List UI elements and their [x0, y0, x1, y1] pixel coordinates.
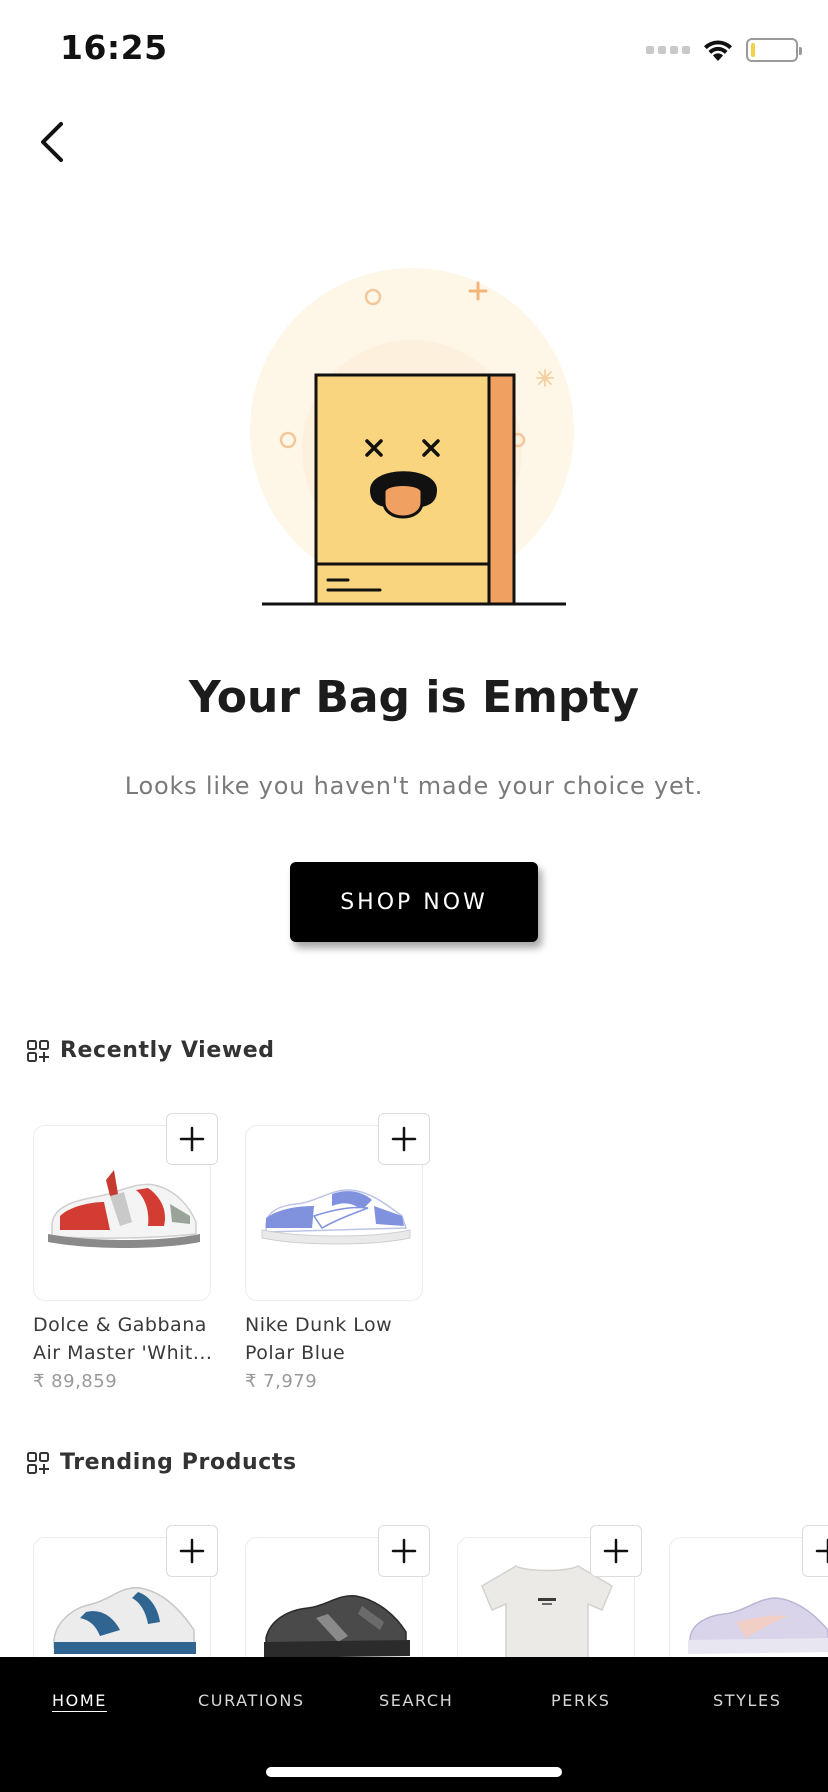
- bottom-navigation: HOME CURATIONS SEARCH PERKS STYLES: [0, 1657, 828, 1792]
- home-indicator: [266, 1767, 562, 1777]
- recently-viewed-list: Dolce & Gabbana Air Master 'Whit... ₹ 89…: [0, 1113, 828, 1392]
- nav-search[interactable]: SEARCH: [379, 1691, 453, 1710]
- plus-icon: [391, 1126, 417, 1152]
- shop-now-button[interactable]: SHOP NOW: [290, 862, 538, 942]
- product-price: ₹ 7,979: [245, 1371, 318, 1392]
- status-icons: [646, 36, 802, 64]
- sneaker-white-blue-image: [53, 1587, 196, 1654]
- nav-curations[interactable]: CURATIONS: [198, 1691, 305, 1710]
- add-to-bag-button[interactable]: [590, 1525, 642, 1577]
- nav-perks[interactable]: PERKS: [551, 1691, 611, 1710]
- grid-add-icon: [27, 1451, 49, 1474]
- plus-icon: [179, 1538, 205, 1564]
- empty-bag-subtitle: Looks like you haven't made your choice …: [124, 772, 704, 800]
- status-time: 16:25: [60, 28, 168, 67]
- wifi-icon: [704, 40, 732, 61]
- trending-products-list: [0, 1525, 828, 1657]
- plus-icon: [391, 1538, 417, 1564]
- plus-icon: [179, 1126, 205, 1152]
- trending-products-header: Trending Products: [26, 1450, 297, 1475]
- plus-icon: [815, 1538, 828, 1564]
- empty-bag-title: Your Bag is Empty: [188, 672, 640, 723]
- battery-icon: [746, 38, 802, 62]
- product-name: Nike Dunk Low Polar Blue: [245, 1314, 393, 1364]
- product-name: Dolce & Gabbana Air Master 'Whit...: [33, 1314, 213, 1364]
- trending-products-title: Trending Products: [60, 1450, 297, 1475]
- add-to-bag-button[interactable]: [166, 1525, 218, 1577]
- grid-add-icon: [27, 1039, 49, 1062]
- empty-bag-illustration: [250, 268, 574, 606]
- product-price: ₹ 89,859: [33, 1371, 118, 1392]
- nav-styles[interactable]: STYLES: [713, 1691, 781, 1710]
- nav-home[interactable]: HOME: [52, 1691, 107, 1710]
- recently-viewed-title: Recently Viewed: [60, 1038, 275, 1063]
- sneaker-black-grey-image: [264, 1595, 410, 1657]
- add-to-bag-button[interactable]: [378, 1525, 430, 1577]
- status-bar: 16:25: [0, 0, 828, 100]
- add-to-bag-button[interactable]: [166, 1113, 218, 1165]
- cellular-signal-icon: [646, 46, 690, 54]
- sneaker-red-white-image: [48, 1170, 200, 1248]
- plus-icon: [603, 1538, 629, 1564]
- sneaker-blue-white-image: [261, 1189, 411, 1245]
- back-button[interactable]: [22, 112, 82, 172]
- add-to-bag-button[interactable]: [378, 1113, 430, 1165]
- recently-viewed-header: Recently Viewed: [26, 1038, 275, 1063]
- sneaker-lavender-image: [688, 1597, 828, 1654]
- add-to-bag-button[interactable]: [802, 1525, 828, 1577]
- chevron-left-icon: [41, 122, 63, 162]
